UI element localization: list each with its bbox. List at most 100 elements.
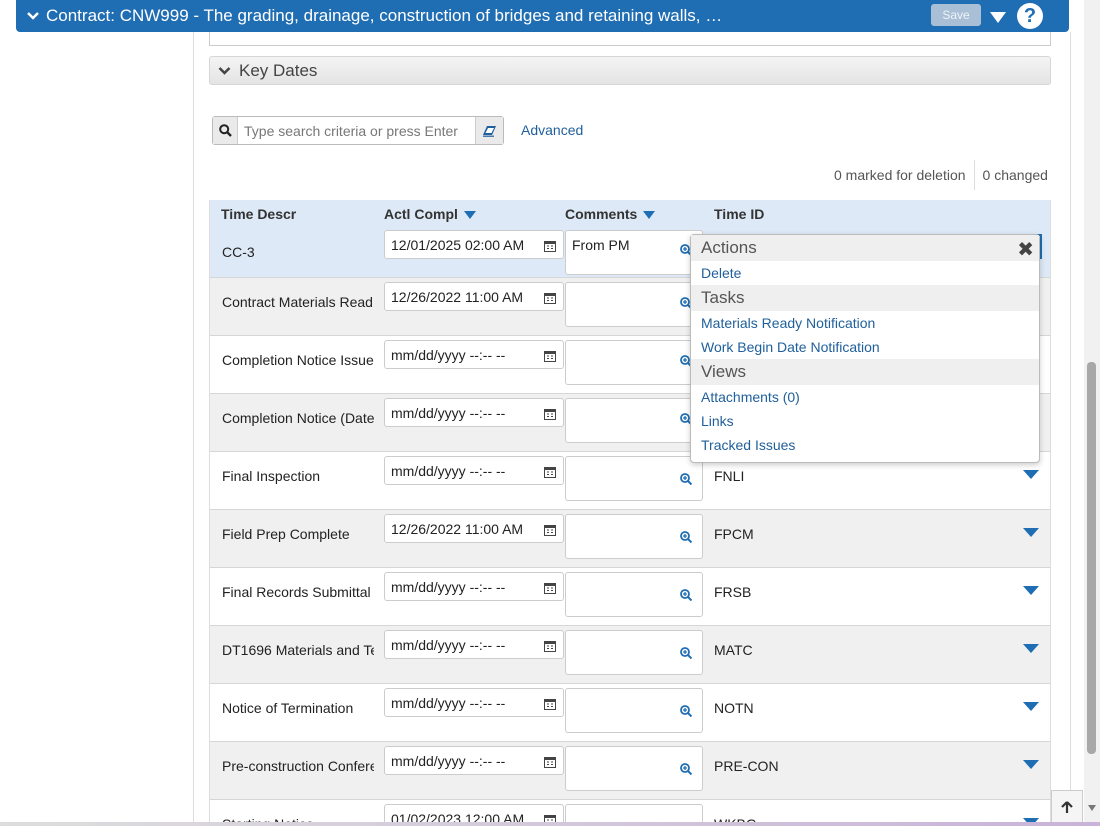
filter-dropdown-icon[interactable] — [463, 206, 476, 222]
date-value: 12/26/2022 11:00 AM — [391, 288, 524, 305]
column-header-time-id[interactable]: Time ID — [714, 206, 764, 222]
column-header-time-descr[interactable]: Time Descr — [221, 206, 296, 222]
row-actions-dropdown-icon[interactable] — [1023, 466, 1039, 482]
calendar-icon[interactable] — [544, 639, 556, 655]
help-button[interactable]: ? — [1017, 3, 1043, 29]
time-id-cell: NOTN — [714, 700, 754, 716]
date-value: mm/dd/yyyy --:-- -- — [391, 636, 506, 653]
popup-section-actions: Actions — [691, 235, 1039, 261]
actl-compl-date-input[interactable]: 12/26/2022 11:00 AM — [384, 282, 564, 311]
actl-compl-date-input[interactable]: mm/dd/yyyy --:-- -- — [384, 398, 564, 427]
links-menu-item[interactable]: Links — [691, 409, 1039, 433]
date-value: 12/26/2022 11:00 AM — [391, 520, 524, 537]
zoom-icon[interactable] — [680, 762, 693, 778]
vertical-scrollbar[interactable] — [1084, 0, 1100, 826]
date-value: mm/dd/yyyy --:-- -- — [391, 346, 506, 363]
date-value: mm/dd/yyyy --:-- -- — [391, 578, 506, 595]
actl-compl-date-input[interactable]: 12/26/2022 11:00 AM — [384, 514, 564, 543]
tracked-issues-menu-item[interactable]: Tracked Issues — [691, 433, 1039, 457]
delete-menu-item[interactable]: Delete — [691, 261, 1039, 285]
actl-compl-date-input[interactable]: mm/dd/yyyy --:-- -- — [384, 572, 564, 601]
actl-compl-date-input[interactable]: mm/dd/yyyy --:-- -- — [384, 630, 564, 659]
scroll-down-arrow-icon[interactable] — [1088, 805, 1096, 811]
previous-section-end — [209, 32, 1051, 46]
zoom-icon[interactable] — [680, 704, 693, 720]
attachments-menu-item[interactable]: Attachments (0) — [691, 385, 1039, 409]
bottom-edge — [0, 822, 1100, 826]
column-label: Time Descr — [221, 206, 297, 222]
zoom-icon[interactable] — [680, 646, 693, 662]
divider — [973, 160, 975, 190]
actl-compl-date-input[interactable]: mm/dd/yyyy --:-- -- — [384, 456, 564, 485]
scrollbar-thumb[interactable] — [1087, 362, 1096, 754]
calendar-icon[interactable] — [544, 523, 556, 539]
table-row[interactable]: Pre-construction Confere mm/dd/yyyy --:-… — [210, 742, 1050, 800]
column-header-comments[interactable]: Comments — [565, 206, 656, 222]
search-box — [212, 116, 504, 145]
scroll-to-top-button[interactable] — [1051, 790, 1083, 824]
calendar-icon[interactable] — [544, 581, 556, 597]
chevron-down-icon[interactable] — [26, 9, 40, 23]
column-label: Comments — [565, 206, 638, 222]
date-value: mm/dd/yyyy --:-- -- — [391, 462, 506, 479]
zoom-icon[interactable] — [680, 472, 693, 488]
advanced-search-link[interactable]: Advanced — [521, 122, 583, 138]
time-descr-cell: Notice of Termination — [222, 700, 354, 716]
search-icon[interactable] — [213, 117, 238, 144]
table-row[interactable]: Final Records Submittal mm/dd/yyyy --:--… — [210, 568, 1050, 626]
time-id-cell: FNLI — [714, 468, 745, 484]
chevron-down-icon — [218, 66, 231, 76]
time-descr-cell: Pre-construction Confere — [222, 758, 374, 774]
zoom-icon[interactable] — [680, 588, 693, 604]
popup-section-tasks: Tasks — [691, 285, 1039, 311]
row-actions-dropdown-icon[interactable] — [1023, 698, 1039, 714]
header-menu-dropdown-icon[interactable] — [990, 10, 1006, 26]
close-icon[interactable]: ✖ — [1017, 237, 1034, 262]
column-label: Actl Compl — [384, 206, 458, 222]
actl-compl-date-input[interactable]: mm/dd/yyyy --:-- -- — [384, 688, 564, 717]
filter-dropdown-icon[interactable] — [643, 206, 656, 222]
table-row[interactable]: Field Prep Complete 12/26/2022 11:00 AM … — [210, 510, 1050, 568]
time-descr-cell: Completion Notice (Date — [222, 410, 374, 426]
key-dates-section-header[interactable]: Key Dates — [209, 56, 1051, 85]
time-descr-cell: Completion Notice Issue — [222, 352, 374, 368]
deletion-count: 0 marked for deletion — [834, 167, 966, 183]
calendar-icon[interactable] — [544, 697, 556, 713]
date-value: 12/01/2025 02:00 AM — [391, 236, 525, 253]
date-value: mm/dd/yyyy --:-- -- — [391, 752, 506, 769]
table-row[interactable]: DT1696 Materials and Te mm/dd/yyyy --:--… — [210, 626, 1050, 684]
calendar-icon[interactable] — [544, 239, 556, 255]
time-descr-cell: Field Prep Complete — [222, 526, 350, 542]
time-descr-cell: Final Records Submittal — [222, 584, 371, 600]
calendar-icon[interactable] — [544, 407, 556, 423]
actl-compl-date-input[interactable]: 12/01/2025 02:00 AM — [384, 230, 564, 259]
contract-header-bar: Contract: CNW999 - The grading, drainage… — [16, 0, 1069, 32]
zoom-icon[interactable] — [680, 530, 693, 546]
eraser-icon[interactable] — [475, 117, 503, 144]
calendar-icon[interactable] — [544, 465, 556, 481]
table-row[interactable]: Notice of Termination mm/dd/yyyy --:-- -… — [210, 684, 1050, 742]
row-actions-dropdown-icon[interactable] — [1023, 524, 1039, 540]
time-id-cell: PRE-CON — [714, 758, 779, 774]
column-header-actl-compl[interactable]: Actl Compl — [384, 206, 476, 222]
row-actions-dropdown-icon[interactable] — [1023, 640, 1039, 656]
time-descr-cell: DT1696 Materials and Te — [222, 642, 374, 658]
row-actions-dropdown-icon[interactable] — [1023, 756, 1039, 772]
calendar-icon[interactable] — [544, 755, 556, 771]
time-id-cell: FPCM — [714, 526, 754, 542]
save-button[interactable]: Save — [931, 4, 981, 26]
materials-ready-notification-item[interactable]: Materials Ready Notification — [691, 311, 1039, 335]
calendar-icon[interactable] — [544, 349, 556, 365]
actl-compl-date-input[interactable]: mm/dd/yyyy --:-- -- — [384, 340, 564, 369]
work-begin-date-notification-item[interactable]: Work Begin Date Notification — [691, 335, 1039, 359]
time-descr-cell: CC-3 — [222, 244, 255, 260]
date-value: mm/dd/yyyy --:-- -- — [391, 694, 506, 711]
row-actions-popup: ✖ Actions Delete Tasks Materials Ready N… — [690, 234, 1040, 463]
row-actions-dropdown-icon[interactable] — [1023, 582, 1039, 598]
time-id-cell: MATC — [714, 642, 753, 658]
time-descr-cell: Final Inspection — [222, 468, 321, 484]
search-input[interactable] — [238, 117, 475, 144]
calendar-icon[interactable] — [544, 291, 556, 307]
grid-header: Time Descr Actl Compl Comments Time ID — [210, 200, 1050, 228]
actl-compl-date-input[interactable]: mm/dd/yyyy --:-- -- — [384, 746, 564, 775]
